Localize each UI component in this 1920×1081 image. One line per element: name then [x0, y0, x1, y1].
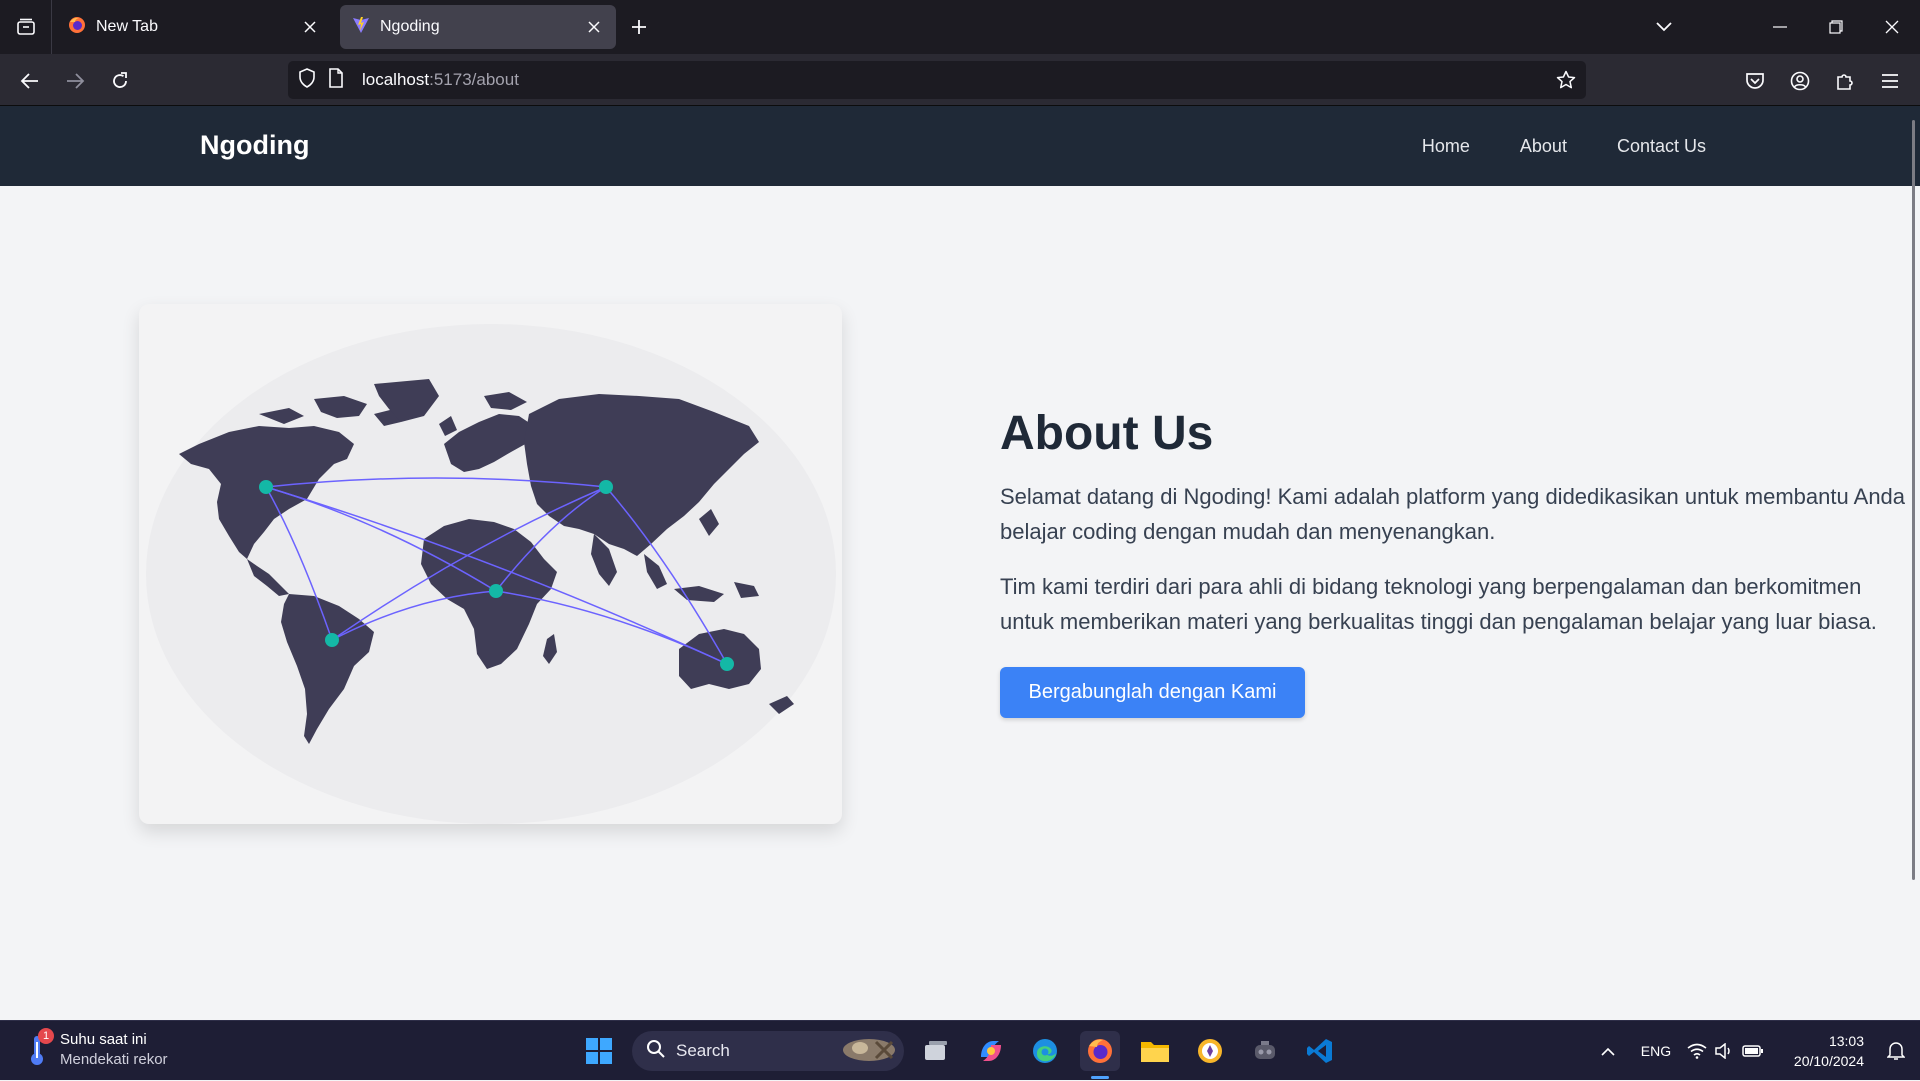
task-view-icon[interactable] [916, 1031, 956, 1071]
wifi-icon[interactable] [1684, 1043, 1710, 1059]
hamburger-menu-icon[interactable] [1875, 66, 1905, 96]
weather-badge: 1 [38, 1028, 54, 1044]
location-node [259, 480, 273, 494]
active-app-indicator [1091, 1076, 1109, 1079]
nav-link-contact[interactable]: Contact Us [1617, 136, 1706, 157]
close-tab-icon[interactable] [584, 17, 604, 37]
tab-title: Ngoding [380, 18, 440, 35]
tab-ngoding[interactable]: Ngoding [340, 5, 616, 49]
tab-title: New Tab [96, 18, 158, 35]
nav-link-home[interactable]: Home [1422, 136, 1470, 157]
weather-title: Suhu saat ini [60, 1031, 147, 1048]
list-all-tabs-chevron-icon[interactable] [1636, 0, 1692, 54]
bookmark-star-icon[interactable] [1554, 68, 1578, 92]
url-bar[interactable]: localhost:5173/about [288, 61, 1586, 99]
site-nav: Home About Contact Us [1422, 136, 1706, 157]
about-title: About Us [1000, 407, 1214, 460]
show-hidden-icons-chevron-icon[interactable] [1588, 1047, 1628, 1056]
page-scrollbar[interactable] [1912, 120, 1915, 880]
close-window-icon[interactable] [1864, 0, 1920, 54]
location-node [599, 480, 613, 494]
copilot-icon[interactable] [971, 1031, 1011, 1071]
search-highlight-icon [840, 1034, 898, 1069]
back-arrow-icon[interactable] [15, 66, 45, 96]
vite-icon [352, 16, 370, 39]
url-host: localhost [362, 70, 430, 89]
tab-new-tab[interactable]: New Tab [56, 5, 332, 49]
firefox-icon [68, 16, 86, 39]
notification-bell-icon[interactable] [1878, 1041, 1914, 1061]
volume-icon[interactable] [1710, 1043, 1738, 1059]
minimize-icon[interactable] [1752, 0, 1808, 54]
location-node [720, 657, 734, 671]
page-info-icon[interactable] [328, 67, 344, 93]
world-map-illustration-card [139, 304, 842, 824]
game-controller-app-icon[interactable] [1245, 1031, 1285, 1071]
location-node [325, 633, 339, 647]
weather-subtitle: Mendekati rekor [60, 1051, 168, 1068]
windows-taskbar: 1 Suhu saat ini Mendekati rekor Search E… [0, 1020, 1920, 1080]
location-node [489, 584, 503, 598]
reload-icon[interactable] [105, 66, 135, 96]
nav-link-about[interactable]: About [1520, 136, 1567, 157]
firefox-taskbar-icon[interactable] [1080, 1031, 1120, 1071]
clock[interactable]: 13:03 20/10/2024 [1794, 1031, 1864, 1071]
edge-browser-icon[interactable] [1025, 1031, 1065, 1071]
language-indicator[interactable]: ENG [1628, 1043, 1684, 1059]
vpn-app-icon[interactable] [1190, 1031, 1230, 1071]
join-us-button[interactable]: Bergabunglah dengan Kami [1000, 667, 1305, 718]
site-header: Ngoding Home About Contact Us [0, 106, 1920, 186]
search-icon [646, 1039, 666, 1064]
weather-widget[interactable]: 1 Suhu saat ini Mendekati rekor [24, 1028, 168, 1070]
url-path: :5173/about [429, 70, 519, 89]
clock-date: 20/10/2024 [1793, 1053, 1864, 1069]
world-map-illustration [146, 324, 836, 824]
search-placeholder: Search [676, 1041, 730, 1060]
taskbar-search[interactable]: Search [632, 1031, 904, 1071]
windows-start-icon[interactable] [579, 1031, 619, 1071]
site-brand-logo[interactable]: Ngoding [200, 130, 309, 161]
about-paragraph-team: Tim kami terdiri dari para ahli di bidan… [1000, 574, 1877, 634]
thermometer-icon: 1 [24, 1028, 54, 1070]
account-icon[interactable] [1785, 66, 1815, 96]
restore-icon[interactable] [1808, 0, 1864, 54]
clock-time: 13:03 [1828, 1033, 1864, 1049]
new-tab-plus-icon[interactable] [626, 14, 652, 40]
shield-icon[interactable] [298, 67, 316, 93]
close-tab-icon[interactable] [300, 17, 320, 37]
pocket-icon[interactable] [1740, 66, 1770, 96]
file-explorer-icon[interactable] [1135, 1031, 1175, 1071]
extensions-puzzle-icon[interactable] [1830, 66, 1860, 96]
browser-tab-bar: New Tab Ngoding [0, 0, 1920, 54]
battery-icon[interactable] [1738, 1044, 1768, 1058]
tab-list-icon[interactable] [0, 0, 52, 54]
browser-nav-bar: localhost:5173/about [0, 54, 1920, 106]
forward-arrow-icon[interactable] [60, 66, 90, 96]
url-text[interactable]: localhost:5173/about [362, 70, 519, 90]
about-paragraph-intro: Selamat datang di Ngoding! Kami adalah p… [1000, 484, 1906, 544]
vscode-icon[interactable] [1300, 1031, 1340, 1071]
system-tray: ENG 13:03 20/10/2024 [1588, 1021, 1920, 1081]
